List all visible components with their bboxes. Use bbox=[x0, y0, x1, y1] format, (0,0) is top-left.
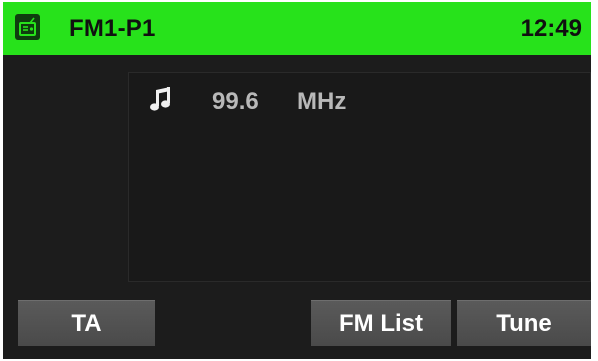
ta-button[interactable]: TA bbox=[18, 300, 155, 346]
status-header: FM1-P1 12:49 bbox=[3, 2, 591, 55]
radio-icon bbox=[15, 14, 40, 40]
clock: 12:49 bbox=[520, 15, 582, 42]
tune-button[interactable]: Tune bbox=[457, 300, 591, 346]
station-title: FM1-P1 bbox=[69, 15, 156, 42]
radio-screen: FM1-P1 12:49 99.6 MHz TA FM List Tune bbox=[3, 2, 591, 359]
now-playing-panel: 99.6 MHz bbox=[128, 72, 591, 282]
fm-list-button[interactable]: FM List bbox=[311, 300, 451, 346]
frequency-value: 99.6 bbox=[212, 88, 259, 115]
frequency-unit: MHz bbox=[297, 88, 347, 115]
music-note-icon bbox=[150, 87, 170, 111]
